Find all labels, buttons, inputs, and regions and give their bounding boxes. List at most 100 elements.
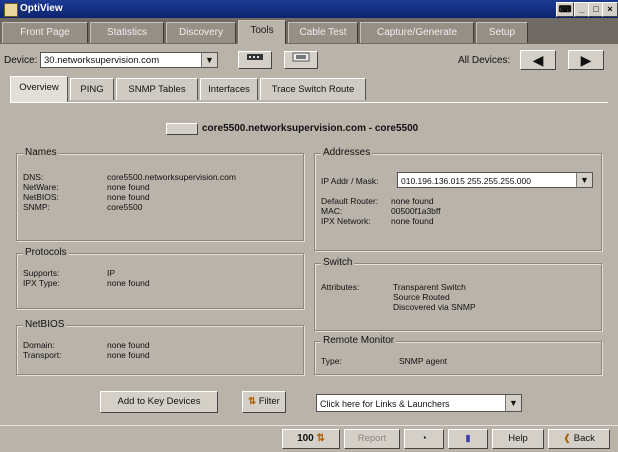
sub-tab-bar: Overview PING SNMP Tables Interfaces Tra… — [0, 76, 618, 102]
back-label: Back — [573, 433, 595, 444]
names-title: Names — [23, 147, 59, 158]
row-value: none found — [391, 196, 434, 206]
switch-title: Switch — [321, 257, 355, 268]
back-button[interactable]: ❰ Back — [548, 429, 610, 449]
arrow-left-icon: ◀ — [532, 52, 544, 68]
row-value: core5500 — [107, 202, 143, 212]
filter-label: Filter — [258, 396, 280, 407]
protocols-group: Protocols Supports: IP IPX Type: none foun… — [16, 247, 304, 309]
prev-device-button[interactable]: ◀ — [520, 50, 556, 70]
row-key: IPX Type: — [23, 278, 60, 288]
tab-statistics[interactable]: Statistics — [90, 22, 164, 43]
row-key: SNMP: — [23, 202, 50, 212]
main-tab-bar: Front Page Statistics Discovery Tools Ca… — [0, 18, 618, 45]
row-value: IP — [107, 268, 116, 278]
netbios-title: NetBIOS — [23, 319, 67, 330]
device-status-button[interactable] — [166, 123, 198, 135]
book-icon: ▮ — [465, 433, 471, 444]
percent-icon: ⇅ — [313, 433, 325, 444]
protocols-title: Protocols — [23, 247, 69, 258]
chevron-down-icon[interactable]: ▼ — [576, 173, 592, 187]
device-select-value: 30.networksupervision.com — [44, 55, 160, 66]
row-value: none found — [107, 182, 150, 192]
tab-capture-generate[interactable]: Capture/Generate — [360, 22, 474, 43]
tab-trace-switch-route[interactable]: Trace Switch Route — [260, 78, 366, 100]
tab-overview[interactable]: Overview — [10, 76, 68, 102]
ip-addr-value: 010.196.136.015 255.255.255.000 — [401, 176, 531, 186]
tab-cable-test[interactable]: Cable Test — [288, 22, 358, 43]
screenshot-button[interactable]: ◔ — [404, 429, 444, 449]
row-key: MAC: — [321, 206, 343, 216]
row-key: NetWare: — [23, 182, 59, 192]
remote-monitor-title: Remote Monitor — [321, 335, 397, 346]
row-value: none found — [391, 216, 434, 226]
ip-addr-select[interactable]: 010.196.136.015 255.255.255.000 ▼ — [397, 172, 593, 188]
row-value: none found — [107, 278, 150, 288]
row-value: none found — [107, 340, 150, 350]
zoom-percent: 100 — [297, 433, 314, 444]
row-key: Transport: — [23, 350, 62, 360]
report-button[interactable]: Report — [344, 429, 400, 449]
device-row: Device: 30.networksupervision.com ▼ All … — [0, 44, 618, 76]
device-label: Device: — [4, 55, 38, 66]
switch-attributes-label: Attributes: — [321, 282, 360, 292]
row-key: NetBIOS: — [23, 192, 59, 202]
device-icon — [247, 54, 263, 61]
device-select[interactable]: 30.networksupervision.com ▼ — [40, 52, 218, 68]
row-key: Type: — [321, 356, 342, 366]
zoom-percent-button[interactable]: 100 ⇅ — [282, 429, 340, 449]
row-value: none found — [107, 192, 150, 202]
tab-discovery[interactable]: Discovery — [166, 22, 236, 43]
remote-monitor-group: Remote Monitor Type: SNMP agent — [314, 335, 602, 375]
addresses-title: Addresses — [321, 147, 373, 158]
help-button[interactable]: Help — [492, 429, 544, 449]
filter-icon: ⇅ — [248, 396, 257, 407]
row-key: DNS: — [23, 172, 44, 182]
netbios-group: NetBIOS Domain: none found Transport: none… — [16, 319, 304, 375]
switch-attribute: Discovered via SNMP — [393, 302, 476, 312]
row-value: core5500.networksupervision.com — [107, 172, 236, 182]
add-to-key-devices-button[interactable]: Add to Key Devices — [100, 391, 218, 413]
ip-config-button[interactable] — [284, 51, 318, 69]
title-bar: OptiView ⌨ _ □ × — [0, 0, 618, 18]
device-info-button[interactable] — [238, 51, 272, 69]
ip-addr-label: IP Addr / Mask: — [321, 176, 379, 186]
row-key: IPX Network: — [321, 216, 371, 226]
switch-attribute: Transparent Switch — [393, 282, 466, 292]
switch-attribute: Source Routed — [393, 292, 450, 302]
tab-tools[interactable]: Tools — [238, 20, 286, 45]
switch-group: Switch Attributes: Transparent Switch So… — [314, 257, 602, 331]
overview-panel: core5500.networksupervision.com - core55… — [10, 102, 608, 421]
names-group: Names DNS: core5500.networksupervision.co… — [16, 147, 304, 241]
app-icon — [4, 3, 18, 17]
next-device-button[interactable]: ▶ — [568, 50, 604, 70]
tab-front-page[interactable]: Front Page — [2, 22, 88, 43]
device-title: core5500.networksupervision.com - core55… — [202, 123, 419, 134]
tab-interfaces[interactable]: Interfaces — [200, 78, 258, 100]
close-button[interactable]: × — [602, 2, 618, 17]
back-arrow-icon: ❰ — [563, 433, 572, 444]
addresses-group: Addresses IP Addr / Mask: 010.196.136.01… — [314, 147, 602, 251]
ip-icon — [292, 52, 310, 62]
camera-icon: ◔ — [421, 433, 427, 444]
links-launchers-select[interactable]: Click here for Links & Launchers ▼ — [316, 394, 522, 412]
row-key: Default Router: — [321, 196, 379, 206]
filter-button[interactable]: ⇅ Filter — [242, 391, 286, 413]
tab-setup[interactable]: Setup — [476, 22, 528, 43]
notes-button[interactable]: ▮ — [448, 429, 488, 449]
window-title: OptiView — [20, 3, 63, 14]
row-key: Supports: — [23, 268, 60, 278]
links-launchers-value: Click here for Links & Launchers — [320, 399, 450, 409]
tab-snmp-tables[interactable]: SNMP Tables — [116, 78, 198, 100]
row-key: Domain: — [23, 340, 55, 350]
chevron-down-icon[interactable]: ▼ — [505, 395, 521, 411]
row-value: none found — [107, 350, 150, 360]
status-bar: 100 ⇅ Report ◔ ▮ Help ❰ Back — [0, 425, 618, 452]
all-devices-label: All Devices: — [458, 55, 511, 66]
row-value: 00500f1a3bff — [391, 206, 441, 216]
keyboard-icon[interactable]: ⌨ — [556, 2, 574, 17]
row-value: SNMP agent — [399, 356, 448, 366]
chevron-down-icon[interactable]: ▼ — [201, 53, 217, 67]
tab-ping[interactable]: PING — [70, 78, 114, 100]
arrow-right-icon: ▶ — [580, 52, 592, 68]
